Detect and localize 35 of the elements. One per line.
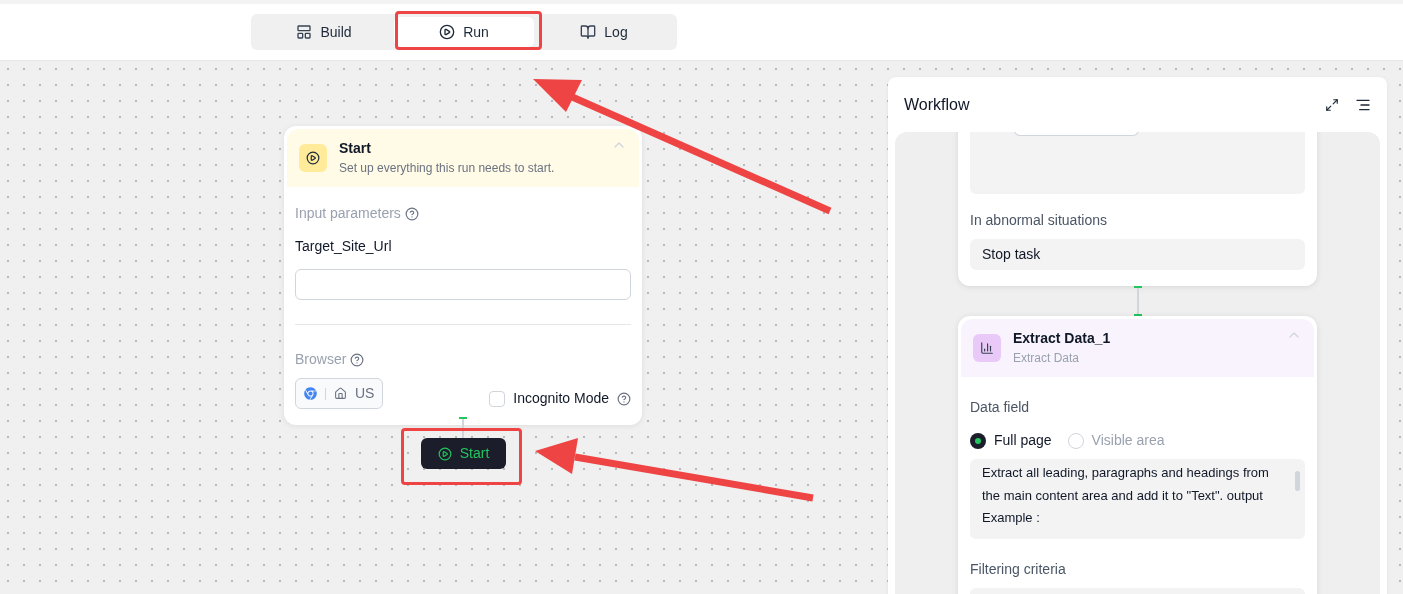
parameter-name: Target_Site_Url	[295, 237, 393, 256]
tab[interactable]: Build	[254, 17, 394, 47]
play-icon	[299, 144, 327, 172]
step-title: Extract Data_1	[1013, 329, 1112, 348]
radio-option[interactable]: Full page	[970, 430, 1052, 451]
browser-icon	[304, 387, 317, 400]
play-icon	[437, 446, 452, 461]
parameter-input[interactable]	[295, 269, 631, 300]
section-label: Input parameters	[295, 204, 401, 223]
help-icon[interactable]	[350, 352, 365, 367]
section-label: Data field	[970, 398, 1031, 417]
expand-icon[interactable]	[1325, 97, 1339, 112]
checkbox-label: Incognito Mode	[513, 389, 609, 408]
scrollbar[interactable]	[1295, 471, 1300, 491]
layout-icon	[296, 24, 313, 40]
tab[interactable]: Log	[534, 17, 674, 47]
book-icon	[580, 24, 597, 40]
action-select[interactable]: Stop task	[970, 239, 1305, 270]
step-subtitle: Extract Data	[1013, 350, 1081, 367]
help-icon[interactable]	[404, 206, 419, 221]
home-icon	[334, 387, 347, 400]
prompt-field[interactable]: Extract all leading, paragraphs and headings from the main content area and add it to "Text". output Example :	[970, 459, 1305, 539]
browser-select[interactable]: US	[295, 378, 384, 409]
panel-title: Workflow	[904, 94, 971, 115]
node-title: Start	[339, 139, 372, 158]
help-icon[interactable]	[617, 391, 631, 406]
section-label: In abnormal situations	[970, 211, 1108, 230]
start-button[interactable]: Start	[421, 438, 506, 469]
section-label: Browser	[295, 350, 347, 369]
tab[interactable]: Run	[394, 17, 534, 47]
chart-icon	[973, 334, 1001, 362]
section-label: Filtering criteria	[970, 560, 1067, 579]
play-icon	[439, 24, 456, 40]
node-subtitle: Set up everything this run needs to start.	[339, 160, 556, 177]
incognito-checkbox[interactable]	[489, 390, 506, 407]
